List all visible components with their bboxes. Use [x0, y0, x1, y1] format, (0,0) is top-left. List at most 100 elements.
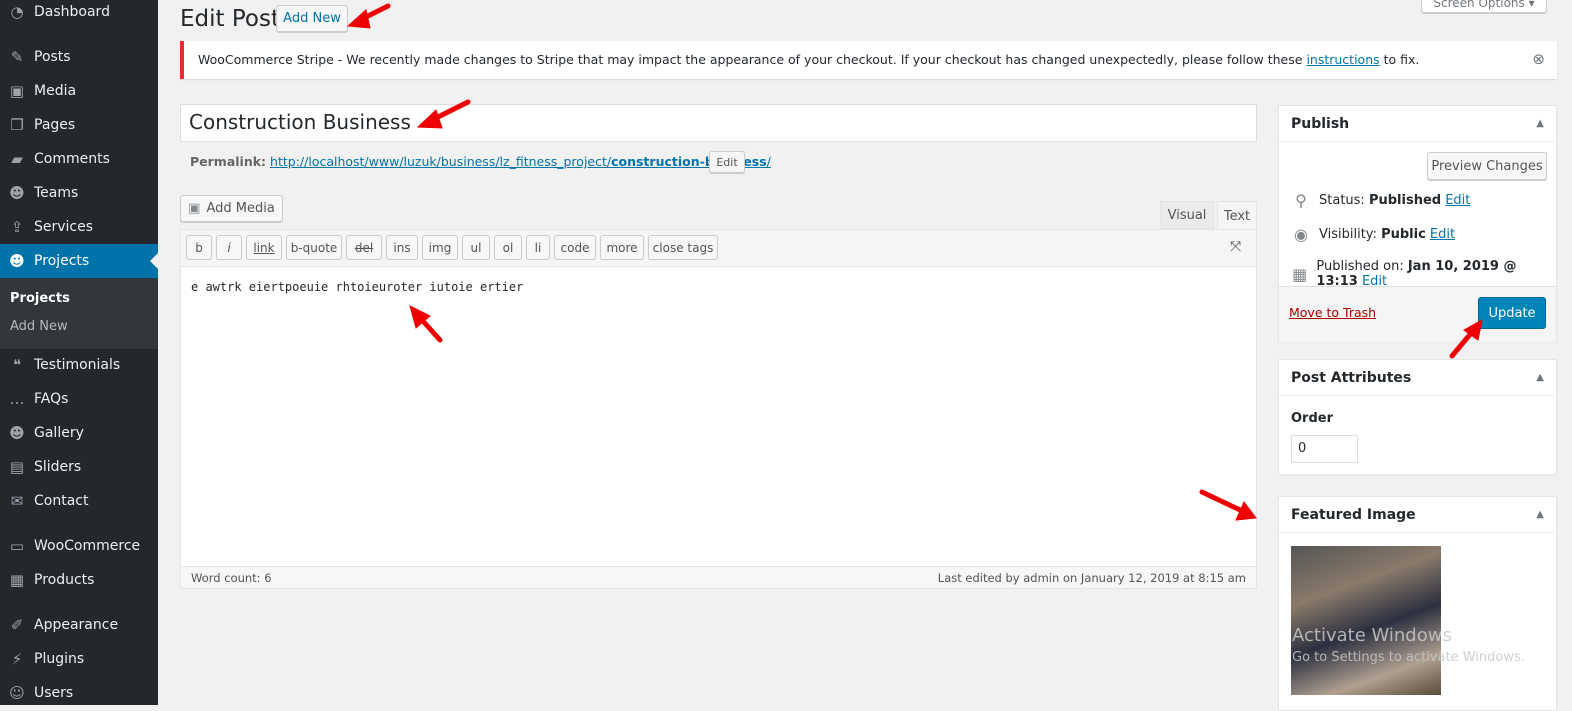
visibility-row: Visibility: Public Edit — [1319, 227, 1456, 242]
quicktag-code-button[interactable]: code — [554, 235, 596, 260]
featured-image-thumbnail[interactable] — [1291, 546, 1441, 695]
sidebar-item-posts[interactable]: ✎ Posts — [0, 40, 158, 74]
tab-visual[interactable]: Visual — [1160, 201, 1214, 229]
pages-icon: ❐ — [10, 116, 24, 134]
submenu-add-new[interactable]: Add New — [10, 319, 68, 334]
sidebar-item-faqs[interactable]: … FAQs — [0, 382, 158, 416]
visibility-edit-link[interactable]: Edit — [1430, 227, 1455, 242]
admin-sidebar: Projects Add New ◔ Dashboard ✎ Posts ▣ Media ❐… — [0, 0, 158, 705]
pin-icon: ⚲ — [1295, 191, 1307, 210]
sidebar-item-label: Media — [34, 83, 77, 99]
sidebar-item-gallery[interactable]: ☻ Gallery — [0, 416, 158, 450]
quicktag-close-tags-button[interactable]: close tags — [648, 235, 718, 260]
sidebar-item-media[interactable]: ▣ Media — [0, 74, 158, 108]
share-icon: ⇪ — [10, 218, 24, 236]
quicktag-del-button[interactable]: del — [346, 235, 382, 260]
watermark-title: Activate Windows — [1292, 625, 1452, 646]
collapse-icon[interactable]: ▲ — [1536, 509, 1544, 520]
permalink: Permalink: http://localhost/www/luzuk/bu… — [190, 154, 771, 169]
gallery-icon: ☻ — [9, 424, 25, 442]
publish-actions: Move to Trash Update — [1279, 286, 1556, 342]
quicktag-b-button[interactable]: b — [186, 235, 212, 260]
quicktag-link-button[interactable]: link — [246, 235, 282, 260]
submenu-projects[interactable]: Projects — [10, 291, 70, 306]
add-media-button[interactable]: ▣ Add Media — [180, 195, 283, 222]
quicktag-ul-button[interactable]: ul — [462, 235, 490, 260]
notice-instructions-link[interactable]: instructions — [1306, 52, 1379, 67]
preview-changes-button[interactable]: Preview Changes — [1427, 152, 1547, 180]
pin-icon: ✎ — [10, 48, 24, 66]
sidebar-item-appearance[interactable]: ✐ Appearance — [0, 608, 158, 642]
post-title-input[interactable]: Construction Business — [180, 104, 1257, 142]
quicktag-li-button[interactable]: li — [526, 235, 550, 260]
collapse-icon[interactable]: ▲ — [1536, 118, 1544, 129]
screen-options-button[interactable]: Screen Options ▾ — [1421, 0, 1547, 13]
watermark-subtitle: Go to Settings to activate Windows. — [1292, 650, 1525, 665]
editor-status-bar: Word count: 6 Last edited by admin on Ja… — [181, 566, 1256, 588]
last-edited: Last edited by admin on January 12, 2019… — [937, 571, 1246, 585]
arrow-annotation — [357, 3, 391, 23]
sidebar-item-label: Posts — [34, 49, 71, 65]
move-to-trash-link[interactable]: Move to Trash — [1289, 305, 1376, 320]
editor-textarea[interactable]: e awtrk eiertpoeuie rhtoieuroter iutoie … — [191, 280, 523, 294]
media-icon: ▣ — [9, 82, 25, 100]
archive-icon: ▦ — [9, 571, 25, 589]
sidebar-item-label: Services — [34, 219, 94, 235]
status-row: Status: Published Edit — [1319, 193, 1471, 208]
sidebar-item-label: Dashboard — [34, 4, 110, 20]
groups-icon: ☻ — [9, 252, 25, 270]
quicktag-ol-button[interactable]: ol — [494, 235, 522, 260]
order-label: Order — [1291, 411, 1333, 426]
order-input[interactable]: 0 — [1291, 435, 1358, 463]
sidebar-item-woocommerce[interactable]: ▭ WooCommerce — [0, 529, 158, 563]
testimonial-icon: ❝ — [12, 356, 22, 374]
sidebar-item-label: Projects — [34, 253, 90, 269]
sidebar-item-label: Comments — [34, 151, 110, 167]
sidebar-item-label: Contact — [34, 493, 89, 509]
publish-title: Publish — [1291, 115, 1350, 132]
sidebar-item-comments[interactable]: ▰ Comments — [0, 142, 158, 176]
dashboard-icon: ◔ — [10, 3, 24, 21]
quicktags-toolbar — [181, 230, 1256, 267]
collapse-icon[interactable]: ▲ — [1536, 372, 1544, 383]
update-button[interactable]: Update — [1478, 297, 1546, 329]
quicktag-more-button[interactable]: more — [600, 235, 644, 260]
tab-text[interactable]: Text — [1217, 201, 1257, 230]
slides-icon: ▤ — [9, 458, 25, 476]
post-attributes-box: Post Attributes ▲ Order 0 — [1278, 359, 1557, 475]
add-new-button[interactable]: Add New — [276, 5, 348, 32]
sidebar-item-contact[interactable]: ✉ Contact — [0, 484, 158, 518]
notice-text: WooCommerce Stripe - We recently made ch… — [198, 52, 1307, 67]
sidebar-item-sliders[interactable]: ▤ Sliders — [0, 450, 158, 484]
sidebar-item-pages[interactable]: ❐ Pages — [0, 108, 158, 142]
media-icon: ▣ — [188, 201, 201, 216]
quicktag-img-button[interactable]: img — [422, 235, 458, 260]
fullscreen-icon[interactable]: ⤧ — [1230, 239, 1241, 255]
sidebar-item-dashboard[interactable]: ◔ Dashboard — [0, 0, 158, 29]
groups-icon: ☻ — [9, 184, 25, 202]
published-row: Published on: Jan 10, 2019 @ 13:13 Edit — [1316, 259, 1517, 289]
sidebar-item-label: Pages — [34, 117, 76, 133]
quicktag-ins-button[interactable]: ins — [386, 235, 418, 260]
sidebar-item-projects[interactable]: ☻ Projects — [0, 244, 158, 278]
sidebar-item-label: WooCommerce — [34, 538, 141, 554]
attributes-title: Post Attributes — [1291, 369, 1412, 386]
quicktag-b-quote-button[interactable]: b-quote — [286, 235, 342, 260]
notice-text-end: to fix. — [1379, 52, 1420, 67]
sidebar-item-services[interactable]: ⇪ Services — [0, 210, 158, 244]
sidebar-item-teams[interactable]: ☻ Teams — [0, 176, 158, 210]
sidebar-item-plugins[interactable]: ⚡ Plugins — [0, 642, 158, 676]
projects-submenu: Projects Add New — [0, 278, 158, 349]
status-edit-link[interactable]: Edit — [1445, 193, 1470, 208]
sidebar-item-label: Teams — [34, 185, 79, 201]
sidebar-item-label: Users — [34, 685, 74, 701]
permalink-link[interactable]: http://localhost/www/luzuk/business/lz_f… — [270, 154, 771, 169]
sidebar-item-testimonials[interactable]: ❝ Testimonials — [0, 348, 158, 382]
sidebar-item-products[interactable]: ▦ Products — [0, 563, 158, 597]
featured-title: Featured Image — [1291, 506, 1416, 523]
sidebar-item-label: FAQs — [34, 391, 69, 407]
permalink-edit-button[interactable]: Edit — [709, 151, 745, 173]
quicktag-i-button[interactable]: i — [216, 235, 242, 260]
email-icon: ✉ — [10, 492, 24, 510]
dismiss-icon[interactable]: ⊗ — [1532, 50, 1545, 68]
